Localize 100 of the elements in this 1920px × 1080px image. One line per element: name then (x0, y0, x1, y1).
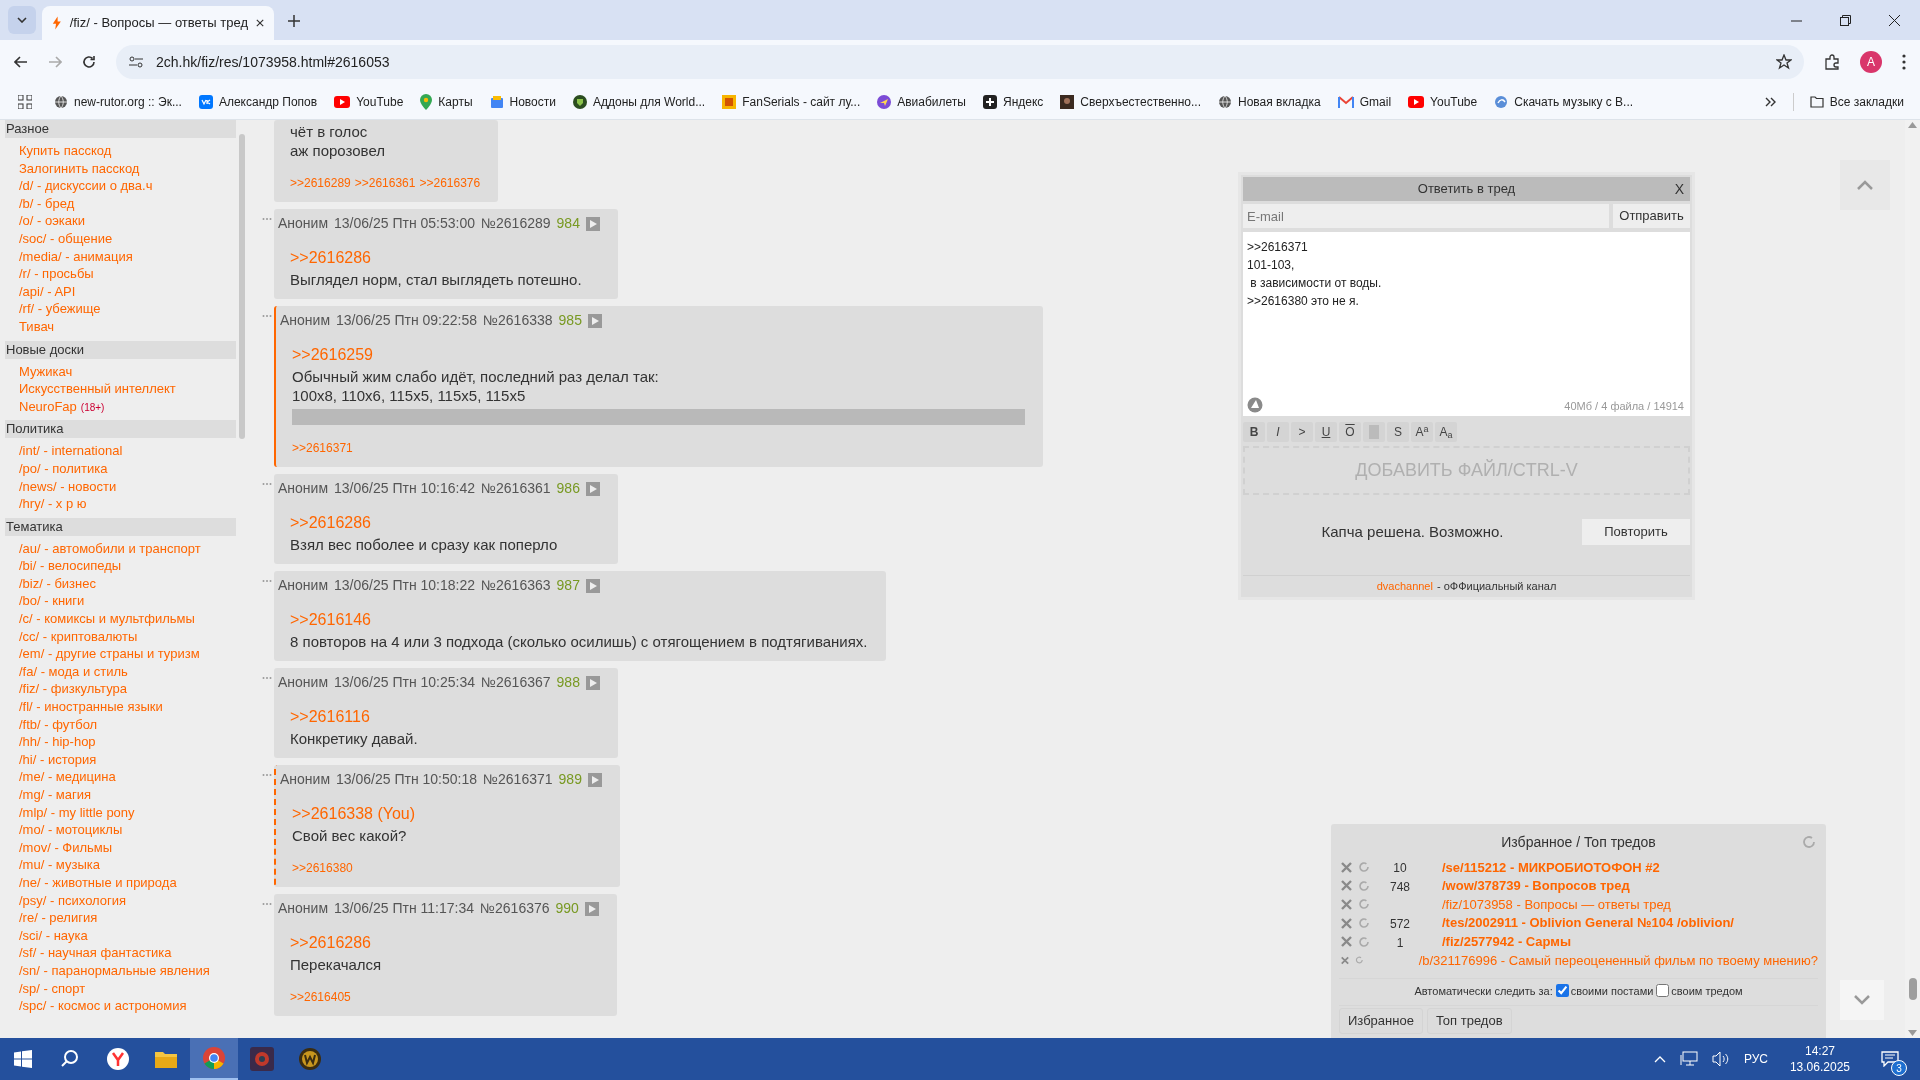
remove-icon[interactable] (1341, 917, 1352, 929)
board-link[interactable]: /spc/ - космос и астрономия (19, 998, 187, 1014)
profile-avatar[interactable]: A (1860, 51, 1882, 73)
refresh-icon[interactable] (1358, 879, 1370, 892)
board-link[interactable]: /hi/ - история (19, 751, 97, 767)
post-number[interactable]: №2616363 (481, 575, 551, 596)
bookmark-link[interactable]: Скачать музыку с В... (1494, 92, 1634, 111)
board-link[interactable]: /mu/ - музыка (19, 857, 100, 873)
board-link[interactable]: /sci/ - наука (19, 927, 88, 943)
board-link[interactable]: /fl/ - иностранные языки (19, 699, 163, 715)
close-button[interactable]: X (1674, 178, 1684, 200)
board-link[interactable]: /soc/ - общение (19, 230, 113, 246)
format-button[interactable]: A$^{a}$ (1411, 422, 1433, 442)
reply-link[interactable]: >>2616338 (You) (292, 805, 416, 822)
board-link[interactable]: /api/ - API (19, 283, 76, 299)
board-link[interactable]: /mo/ - мотоциклы (19, 822, 123, 838)
board-link[interactable]: /mlp/ - my little pony (19, 804, 135, 820)
board-link[interactable]: /fa/ - мода и стиль (19, 663, 128, 679)
format-button[interactable]: I (1267, 422, 1289, 442)
bookmark-link[interactable]: Аддоны для World... (572, 92, 706, 111)
refresh-icon[interactable] (1802, 835, 1816, 849)
format-button[interactable]: O (1339, 422, 1361, 442)
thread-link[interactable]: /fiz/1073958 - Вопросы — ответы тред (1442, 894, 1671, 915)
refresh-icon[interactable] (1358, 861, 1370, 874)
post-number[interactable]: №2616289 (481, 213, 551, 234)
more-icon[interactable] (262, 579, 272, 583)
board-link[interactable]: /ftb/ - футбол (19, 716, 98, 732)
puzzle-icon[interactable] (1824, 54, 1840, 70)
backlink[interactable]: >>2616371 (292, 439, 353, 457)
format-button[interactable]: S (1387, 422, 1409, 442)
board-link[interactable]: /po/ - политика (19, 460, 108, 476)
reply-link[interactable]: >>2616259 (292, 346, 373, 363)
remove-icon[interactable] (1341, 880, 1352, 892)
board-link[interactable]: /re/ - религия (19, 910, 98, 926)
tab-list-button[interactable] (8, 6, 36, 34)
bookmark-link[interactable]: Сверхъестественно... (1060, 92, 1201, 111)
more-icon[interactable] (262, 217, 272, 221)
bookmark-link[interactable]: Авиабилеты (877, 92, 966, 111)
post-number[interactable]: №2616367 (481, 672, 551, 693)
refresh-icon[interactable] (1358, 898, 1370, 911)
bookmark-link[interactable]: new-rutor.org :: Эк... (54, 92, 182, 111)
close-icon[interactable] (1889, 15, 1900, 26)
clock-time[interactable]: 14:27 (1804, 1043, 1835, 1059)
backlink[interactable]: >>2616405 (290, 988, 351, 1006)
board-link[interactable]: /bi/ - велосипеды (19, 558, 122, 574)
board-link[interactable]: Купить пасскод (19, 143, 112, 158)
scroll-to-top-button[interactable] (1840, 160, 1890, 210)
all-bookmarks-link[interactable]: Все закладки (1809, 92, 1904, 111)
format-button[interactable]: A$_{a}$ (1435, 422, 1457, 442)
post-number[interactable]: №2616376 (480, 898, 550, 919)
board-link[interactable]: Искусственный интеллект (19, 381, 176, 397)
restore-icon[interactable] (1840, 15, 1851, 26)
play-icon[interactable] (585, 675, 600, 690)
reply-link[interactable]: >>2616286 (290, 514, 371, 531)
sail-icon[interactable] (1247, 397, 1263, 413)
more-icon[interactable] (262, 676, 272, 680)
network-icon[interactable] (1679, 1051, 1698, 1067)
board-link[interactable]: /au/ - автомобили и транспорт (19, 540, 201, 556)
backlink[interactable]: >>2616380 (292, 859, 353, 877)
scroll-up-arrow-icon[interactable] (1908, 122, 1917, 128)
board-link[interactable]: /sp/ - спорт (19, 980, 86, 996)
more-icon[interactable] (262, 773, 272, 777)
channel-link[interactable]: dvachannel (1376, 578, 1433, 595)
more-icon[interactable] (262, 902, 272, 906)
board-link[interactable]: Залогинить пасскод (19, 160, 140, 176)
menu-icon[interactable] (1902, 54, 1906, 70)
format-button[interactable]: > (1291, 422, 1313, 442)
scrollbar-thumb[interactable] (1908, 978, 1917, 1000)
format-button[interactable]: B (1243, 422, 1265, 442)
backlink[interactable]: >>2616376 (419, 174, 481, 192)
thread-link[interactable]: /b/321176996 - Самый переоцененный фильм по твоему мнению? (1418, 950, 1818, 970)
board-link[interactable]: /psy/ - психология (19, 892, 127, 908)
chevron-up-icon[interactable] (1653, 1055, 1666, 1063)
board-link[interactable]: /r/ - просьбы (19, 266, 94, 282)
board-link[interactable]: /cc/ - криптовалюты (19, 628, 138, 644)
board-link[interactable]: /biz/ - бизнес (19, 575, 96, 591)
post-number[interactable]: №2616361 (481, 478, 551, 499)
board-link[interactable]: /em/ - другие страны и туризм (19, 646, 200, 662)
browser-tab[interactable]: /fiz/ - Вопросы — ответы тред (42, 6, 274, 40)
remove-icon[interactable] (1341, 936, 1352, 948)
refresh-icon[interactable] (1358, 935, 1370, 948)
language-indicator[interactable]: РУС (1743, 1050, 1768, 1068)
refresh-icon[interactable] (1354, 954, 1364, 967)
board-link[interactable]: /rf/ - убежище (19, 301, 101, 317)
board-link[interactable]: /me/ - медицина (19, 769, 116, 785)
board-link[interactable]: /o/ - оэкаки (19, 213, 86, 229)
clock-date[interactable]: 13.06.2025 (1789, 1059, 1850, 1075)
board-link[interactable]: /news/ - новости (19, 478, 117, 494)
bookmark-link[interactable]: YouTube (1408, 92, 1478, 111)
board-link[interactable]: /d/ - дискуссии о два.ч (19, 178, 153, 194)
board-link[interactable]: /mg/ - магия (19, 787, 92, 802)
refresh-icon[interactable] (1358, 917, 1370, 930)
thread-link[interactable]: /tes/2002911 - Oblivion General №104 /oblivion/ (1442, 913, 1734, 933)
chevron-double-right-icon[interactable] (1764, 96, 1777, 107)
backlink[interactable]: >>2616289 (290, 174, 351, 192)
board-link[interactable]: /hry/ - х р ю (19, 496, 87, 512)
play-icon[interactable] (584, 901, 599, 916)
board-link[interactable]: Тивач (19, 318, 55, 334)
bookmark-link[interactable]: Александр Попов (198, 92, 318, 111)
speaker-icon[interactable] (1711, 1051, 1730, 1067)
